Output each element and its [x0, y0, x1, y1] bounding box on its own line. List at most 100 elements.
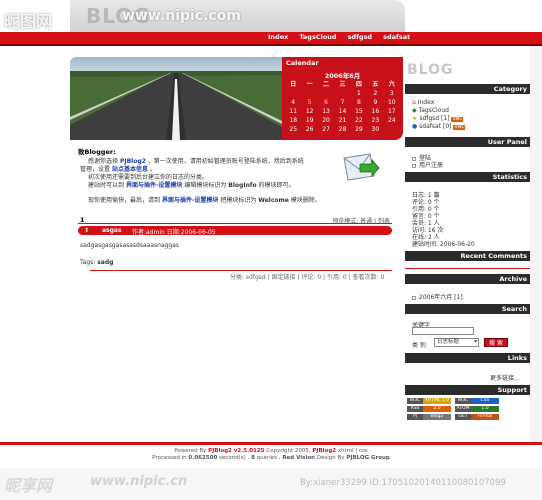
nav-item-tagscloud[interactable]: TagsCloud: [299, 33, 336, 41]
pjblog-version-link[interactable]: PJBlog2 v2.5.0125: [208, 448, 264, 454]
module-settings-link-2[interactable]: 界面与插件-设置模块: [162, 197, 219, 204]
calendar-day: 25: [289, 126, 298, 133]
watermark-id: By:xianer33299 ID:1705102014011008010709…: [300, 478, 506, 488]
calendar-title: Calendar: [286, 59, 319, 67]
text: Copyright 2005,: [266, 448, 311, 454]
design-group-link[interactable]: PJBLOG Group: [346, 455, 390, 461]
calendar-day: 2: [373, 90, 378, 97]
calendar-weekday: 一: [306, 81, 313, 88]
calendar-day: [318, 90, 334, 97]
search-button[interactable]: 搜 索: [484, 338, 508, 347]
support-badge[interactable]: GET Firefox: [455, 414, 499, 420]
star-icon: ★: [412, 115, 418, 122]
text: 。: [149, 166, 156, 173]
calendar-weekday: 五: [372, 81, 379, 88]
nav-item-sdafsat[interactable]: sdafsat: [383, 33, 410, 41]
calendar-day: 15: [355, 108, 363, 115]
support-badge[interactable]: RSS 2.0: [407, 406, 451, 412]
calendar-day: 30: [371, 126, 380, 133]
calendar-day[interactable]: 6: [318, 99, 334, 106]
support-badge[interactable]: W3C XHTML 1.0: [407, 398, 451, 404]
more-links[interactable]: 更多链接...: [490, 373, 520, 382]
module-id-bloginfo: BlogInfo: [228, 182, 257, 189]
post-divider: [90, 270, 392, 271]
nav-item-index[interactable]: Index: [268, 33, 288, 41]
rss-icon[interactable]: XML: [451, 117, 463, 122]
category-item-tagscloud[interactable]: ◆ TagsCloud: [412, 107, 449, 114]
arrow-up-icon: ⬆: [84, 227, 90, 234]
text: queries ,: [256, 455, 281, 461]
view-mode-switch[interactable]: 预览模式: 普通 | 列表: [332, 216, 390, 225]
search-input[interactable]: [412, 327, 474, 335]
footer-powered: Powered By PJBlog2 v2.5.0125 Copyright 2…: [0, 448, 542, 454]
calendar-day: 12: [305, 108, 314, 115]
calendar-day: 7: [340, 99, 345, 106]
calendar-day: 17: [387, 108, 396, 115]
tag-link[interactable]: sadg: [97, 259, 113, 266]
support-badge[interactable]: ATOM 1.0: [455, 406, 499, 412]
chevron-down-icon: ▾: [474, 339, 477, 345]
category-label: sdfgsd: [419, 115, 440, 122]
text: 建站时可以到: [88, 182, 125, 189]
calendar-day[interactable]: 5: [301, 99, 317, 106]
calendar-day: 10: [387, 99, 396, 106]
post-title[interactable]: asgas: [102, 227, 122, 234]
calendar-day: 27: [322, 126, 330, 133]
welcome-title: 致Blogger:: [78, 148, 116, 156]
calendar-weekday: 二: [323, 81, 330, 88]
post-meta: 作者:admin 日期:2006-06-05: [132, 229, 216, 236]
mail-icon: [340, 150, 380, 182]
calendar-day: 18: [289, 117, 298, 124]
support-badge[interactable]: W3C CSS: [455, 398, 499, 404]
archive-item[interactable]: 2006年六月 [1]: [412, 292, 463, 301]
category-label: sdafsat: [419, 123, 442, 130]
support-badge[interactable]: PJ Blog2: [407, 414, 451, 420]
footer-processed: Processed in 0.062500 second(s) , 8 quer…: [0, 455, 542, 461]
badge-left: ATOM: [455, 406, 471, 412]
calendar-day: 21: [338, 117, 347, 124]
register-link[interactable]: 用户注册: [412, 160, 443, 169]
text: Powered By: [174, 448, 207, 454]
nav-item-sdfgsd[interactable]: sdfgsd: [348, 33, 373, 41]
validator-links[interactable]: xhtml | css: [338, 448, 368, 454]
category-item-sdafsat[interactable]: ● sdafsat [0] XML: [412, 123, 465, 130]
right-gutter: [530, 46, 542, 442]
calendar-day: [301, 90, 317, 97]
watermark-bottom-url: www.nipic.cn: [90, 474, 188, 489]
post-footer-links[interactable]: 分类: sdfgsd | 固定链接 | 评论: 0 | 引用: 0 | 查看次数…: [230, 272, 384, 281]
badge-right: Blog2: [423, 414, 451, 420]
watermark-logo: 昵图网: [4, 12, 53, 31]
site-settings-link[interactable]: 站点基本信息: [112, 166, 148, 173]
category-count: [1]: [441, 115, 450, 122]
calendar-day: 8: [357, 99, 361, 106]
calendar-day: 1: [357, 90, 361, 97]
theme-name: Red Vision: [282, 455, 316, 461]
support-heading: Support: [405, 385, 530, 395]
divider: [405, 268, 530, 269]
support-badges: W3C XHTML 1.0 W3C CSS RSS 2.0 ATOM 1.0 PJ Blog2 GE…: [407, 398, 499, 420]
badge-right: XHTML 1.0: [423, 398, 451, 404]
rss-icon[interactable]: XML: [453, 125, 465, 130]
text: 把模块标识为: [220, 197, 257, 204]
pjblog-link[interactable]: PJBlog2: [120, 158, 146, 165]
home-icon: ⌂: [412, 99, 416, 106]
calendar-day: 13: [322, 108, 330, 115]
pjblog-link[interactable]: PJBlog2: [312, 448, 336, 454]
nav-bar-shadow: [0, 44, 542, 46]
select-value: 日志标题: [437, 339, 460, 345]
category-item-sdfgsd[interactable]: ★ sdfgsd [1] XML: [412, 115, 463, 122]
category-item-index[interactable]: ⌂ Index: [412, 99, 434, 106]
calendar-day: 22: [355, 117, 363, 124]
calendar-weekday: 三: [339, 81, 346, 88]
badge-right: 1.0: [471, 406, 499, 412]
text: 的模块即可。: [258, 182, 295, 189]
category-select-label: 类 别: [412, 342, 426, 349]
calendar-day: 16: [371, 108, 380, 115]
badge-left: W3C: [407, 398, 423, 404]
search-type-select[interactable]: 日志标题 ▾: [434, 338, 479, 347]
calendar-day: [384, 126, 400, 133]
module-settings-link[interactable]: 界面与插件-设置模块: [126, 182, 183, 189]
watermark-url: www.nipic.com: [122, 8, 241, 24]
main-nav: Index TagsCloud sdfgsd sdafsat: [268, 33, 410, 41]
text: second(s) ,: [219, 455, 250, 461]
